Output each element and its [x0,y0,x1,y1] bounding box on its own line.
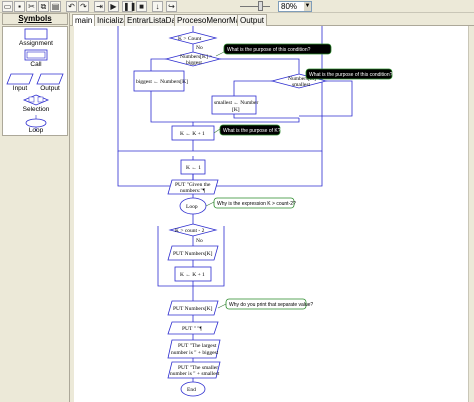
comment-2-text: What is the purpose of this condition? [309,72,393,78]
assign-smallest-text-1: smallest ← Number [214,100,258,106]
tab-main[interactable]: main [72,14,96,26]
decision-k-count-text: K > Count [178,36,202,42]
decision-smallest-text-2: smallest [292,82,310,88]
toolbar: ▭ ▪ ✂ ⧉ ▤ ↶ ↷ ⇥ ▶ ❚❚ ■ ↓ ↪ 80% ▼ [0,0,474,13]
cut-icon[interactable]: ✂ [26,1,37,12]
tab-output[interactable]: Output [237,14,268,26]
input-symbol-icon[interactable] [6,73,34,85]
symbols-header: Symbols [2,13,68,25]
stop-icon[interactable]: ■ [136,1,147,12]
comment-5-text: Why do you print that separate value? [229,302,313,308]
assignment-symbol-icon[interactable] [24,28,48,40]
zoom-slider-track[interactable] [240,6,270,7]
assign-biggest-text: biggest ← Numbers[K] [136,79,188,85]
symbols-palette: Assignment Call Input Output Selection L… [2,26,68,136]
app-window: ▭ ▪ ✂ ⧉ ▤ ↶ ↷ ⇥ ▶ ❚❚ ■ ↓ ↪ 80% ▼ Symbols [0,0,474,402]
comment-3[interactable]: What is the purpose of K? [213,124,281,136]
chevron-down-icon[interactable]: ▼ [304,2,311,11]
decision-biggest-text-2: biggest [186,60,202,66]
output-numbers-k-loop-text: PUT Numbers[K] [173,251,213,257]
output-numbers-k-text: PUT Numbers[K] [173,306,213,312]
output-symbol-icon[interactable] [36,73,64,85]
call-symbol-icon[interactable] [24,49,48,61]
play-icon[interactable]: ▶ [108,1,119,12]
open-icon[interactable]: ▭ [2,1,13,12]
comment-5[interactable]: Why do you print that separate value? [217,298,313,310]
assign-smallest-text-2: [K] [232,107,240,113]
no-label-2: No [196,238,203,244]
symbol-label-call: Call [30,61,42,68]
no-label-1: No [196,45,203,51]
loop-symbol-icon[interactable] [25,118,47,128]
comment-1[interactable]: What is the purpose of this condition? [215,43,332,57]
step-into-icon[interactable]: ↓ [152,1,163,12]
loop-label: Loop [186,204,198,210]
flowchart-svg: K > Count No Numbers[K] > biggest bigges… [117,26,393,397]
symbol-label-selection: Selection [22,106,50,113]
zoom-value: 80% [281,2,298,11]
assign-k-1-text: K ← 1 [186,165,201,171]
step-over-icon[interactable]: ↪ [166,1,177,12]
symbol-label-assignment: Assignment [19,40,53,47]
save-icon[interactable]: ▪ [14,1,25,12]
output-largest-text-2: number is " + biggest [171,350,219,356]
zoom-slider-thumb[interactable] [258,1,263,11]
output-given-text-2: numbers:"¶ [180,188,206,194]
paste-icon[interactable]: ▤ [50,1,61,12]
symbol-label-input: Input [12,85,28,92]
comment-1-text: What is the purpose of this condition? [227,47,311,53]
output-empty-text: PUT " "¶ [182,326,203,332]
pause-icon[interactable]: ❚❚ [122,1,136,12]
vertical-scrollbar[interactable] [468,26,474,402]
symbol-label-loop: Loop [28,127,44,134]
tab-bar: main Inicializar EntrarListaDatos Proces… [70,13,474,26]
copy-icon[interactable]: ⧉ [38,1,49,12]
symbol-label-output: Output [40,85,60,92]
output-smaller-text-2: number is " + smallest [170,371,220,377]
assign-k-inc-bottom-text: K ← K + 1 [180,272,205,278]
comment-2[interactable]: What is the purpose of this condition? [305,68,393,80]
comment-4[interactable]: Why is the expression K > count-2? [205,197,296,209]
symbols-panel: Symbols Assignment Call Input Output Sel… [0,13,70,402]
decision-k-count2-text: K > count - 2 [175,228,205,234]
redo-icon[interactable]: ↷ [78,1,89,12]
end-label: End [187,387,196,393]
comment-4-text: Why is the expression K > count-2? [217,201,296,207]
assign-k-inc-top-text: K ← K + 1 [180,131,205,137]
outer-loop-frame-lower [117,151,323,187]
undo-icon[interactable]: ↶ [66,1,77,12]
flowchart-canvas[interactable]: K > Count No Numbers[K] > biggest bigges… [74,26,474,402]
selection-symbol-icon[interactable] [22,94,50,106]
step-icon[interactable]: ⇥ [94,1,105,12]
comment-3-text: What is the purpose of K? [223,128,281,134]
output-largest-text-1: PUT "The largest [178,343,217,349]
